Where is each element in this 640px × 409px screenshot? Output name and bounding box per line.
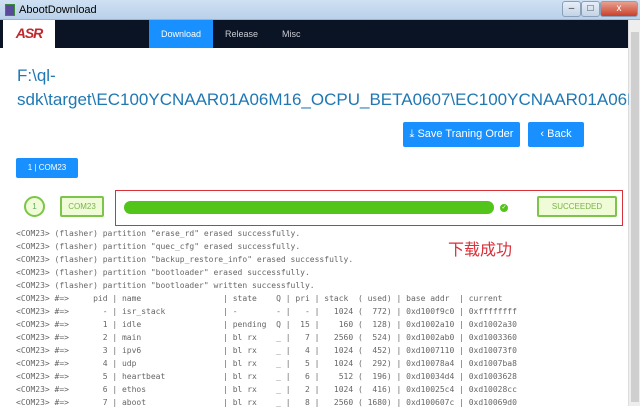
path-line-2: sdk\target\EC100YCNAAR01A06M16_OCPU_BETA…	[17, 90, 629, 109]
log-line: <COM23> #=> 2 | main | bl rx _ | 7 | 256…	[16, 333, 517, 342]
app-icon	[5, 4, 15, 16]
status-badge: SUCCEEDED	[537, 196, 617, 217]
tab-misc[interactable]: Misc	[270, 20, 313, 48]
log-line: <COM23> (flasher) partition "bootloader"…	[16, 281, 315, 290]
progress-track	[124, 201, 494, 214]
log-line: <COM23> (flasher) partition "erase_rd" e…	[16, 229, 301, 238]
log-line: <COM23> #=> 5 | heartbeat | bl rx _ | 6 …	[16, 372, 517, 381]
tab-download[interactable]: Download	[149, 20, 214, 48]
firmware-path: F:\ql- sdk\target\EC100YCNAAR01A06M16_OC…	[17, 64, 629, 112]
log-line: <COM23> (flasher) partition "bootloader"…	[16, 268, 310, 277]
maximize-button[interactable]: □	[581, 1, 600, 17]
log-line: <COM23> #=> 7 | aboot | bl rx _ | 8 | 25…	[16, 398, 517, 407]
chevron-left-icon: ‹	[540, 128, 545, 140]
window-title: AbootDownload	[19, 4, 97, 16]
back-button[interactable]: ‹ Back	[528, 122, 584, 147]
scrollbar[interactable]	[628, 20, 640, 406]
save-label: Save Traning Order	[417, 128, 514, 140]
check-icon: ✓	[500, 204, 508, 212]
log-line: <COM23> #=> 3 | ipv6 | bl rx _ | 4 | 102…	[16, 346, 517, 355]
scrollbar-thumb[interactable]	[631, 32, 639, 402]
nav-bar: ASR Download Release Misc	[0, 20, 628, 48]
port-badge: COM23	[60, 196, 104, 217]
log-line: <COM23> #=> - | isr_stack | - - | - | 10…	[16, 307, 517, 316]
log-line: <COM23> (flasher) partition "quec_cfg" e…	[16, 242, 301, 251]
log-line: <COM23> (flasher) partition "backup_rest…	[16, 255, 354, 264]
asr-logo: ASR	[3, 20, 55, 48]
log-output: <COM23> (flasher) partition "erase_rd" e…	[16, 227, 517, 409]
device-tab-com23[interactable]: 1 | COM23	[16, 158, 78, 178]
device-index: 1	[24, 196, 45, 217]
title-bar: AbootDownload – □ x	[0, 0, 640, 20]
progress-fill	[124, 201, 494, 214]
path-line-1: F:\ql-	[17, 66, 56, 85]
log-line: <COM23> #=> 6 | ethos | bl rx _ | 2 | 10…	[16, 385, 517, 394]
log-line: <COM23> #=> 1 | idle | pending Q | 15 | …	[16, 320, 517, 329]
download-icon: ⤓	[409, 128, 415, 140]
save-training-order-button[interactable]: ⤓ Save Traning Order	[403, 122, 520, 147]
back-label: Back	[547, 128, 572, 140]
close-button[interactable]: x	[600, 1, 638, 17]
log-line: <COM23> #=> pid | name | state Q | pri |…	[16, 294, 503, 303]
tab-release[interactable]: Release	[213, 20, 270, 48]
log-line: <COM23> #=> 4 | udp | bl rx _ | 5 | 1024…	[16, 359, 517, 368]
minimize-button[interactable]: –	[562, 1, 581, 17]
